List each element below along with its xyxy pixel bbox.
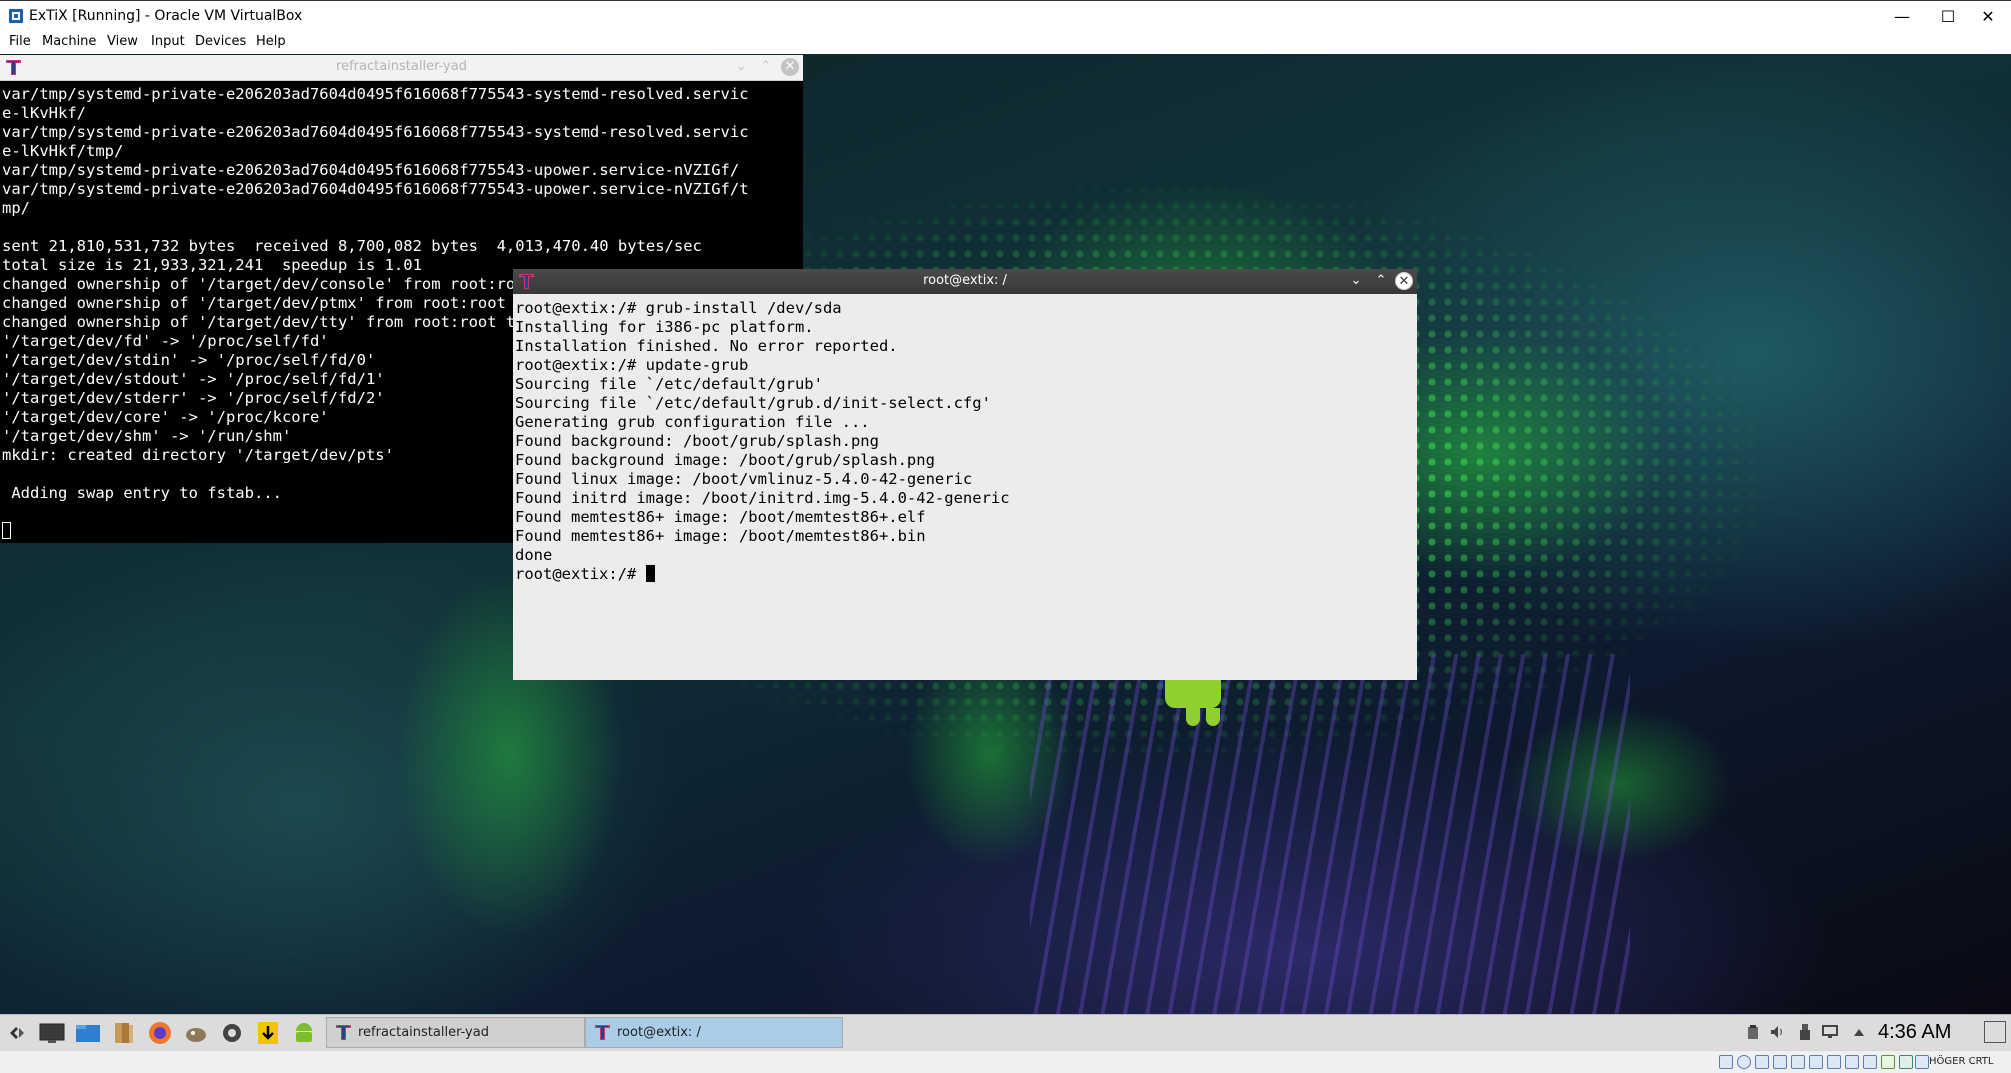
- video-capture-icon[interactable]: [1845, 1055, 1859, 1069]
- terminal-cursor: [2, 522, 11, 539]
- terminal-line: mkdir: created directory '/target/dev/pt…: [2, 446, 394, 464]
- terminal-line: sent 21,810,531,732 bytes received 8,700…: [2, 237, 702, 255]
- terminal-line: total size is 21,933,321,241 speedup is …: [2, 256, 422, 274]
- terminal-line: root@extix:/# update-grub: [515, 356, 749, 374]
- terminal-line: '/target/dev/core' -> '/proc/kcore': [2, 408, 329, 426]
- terminal-line: e-lKvHkf/tmp/: [2, 142, 124, 160]
- terminal-line: root@extix:/# grub-install /dev/sda: [515, 299, 842, 317]
- show-desktop-button[interactable]: [1984, 1021, 2006, 1043]
- terminal-line: mp/: [2, 199, 30, 217]
- menu-input[interactable]: Input: [151, 34, 185, 49]
- terminal-line: Generating grub configuration file ...: [515, 413, 870, 431]
- clipboard-icon[interactable]: [1745, 1024, 1761, 1040]
- terminal-line: Sourcing file `/etc/default/grub.d/init-…: [515, 394, 991, 412]
- terminal-app-icon: [595, 1025, 610, 1040]
- close-icon[interactable]: ✕: [781, 58, 799, 76]
- task-root-terminal[interactable]: root@extix: /: [585, 1017, 843, 1048]
- terminal-line: '/target/dev/shm' -> '/run/shm': [2, 427, 292, 445]
- terminal-line: var/tmp/systemd-private-e206203ad7604d04…: [2, 123, 749, 141]
- tray-arrow-icon[interactable]: [1851, 1024, 1867, 1040]
- archive-icon[interactable]: [110, 1019, 138, 1047]
- terminal-app-icon: [336, 1025, 351, 1040]
- menu-file[interactable]: File: [9, 34, 31, 49]
- display-icon[interactable]: [1822, 1024, 1838, 1040]
- audio-icon[interactable]: [1755, 1055, 1769, 1069]
- display-settings-icon[interactable]: [1827, 1055, 1841, 1069]
- terminal-line: Installation finished. No error reported…: [515, 337, 898, 355]
- host-menubar: File Machine View Input Devices Help: [0, 32, 2011, 54]
- menu-machine[interactable]: Machine: [42, 34, 96, 49]
- mouse-integration-icon[interactable]: [1881, 1055, 1895, 1069]
- chevron-up-icon[interactable]: ⌃: [1372, 272, 1390, 290]
- host-key-arrow-icon[interactable]: [1915, 1055, 1929, 1069]
- gimp-icon[interactable]: [182, 1019, 210, 1047]
- terminal-line: Found memtest86+ image: /boot/memtest86+…: [515, 508, 926, 526]
- menu-help[interactable]: Help: [256, 34, 286, 49]
- terminal-line: Adding swap entry to fstab...: [2, 484, 282, 502]
- terminal-line: Found background image: /boot/grub/splas…: [515, 451, 935, 469]
- menu-view[interactable]: View: [107, 34, 138, 49]
- cpu-icon[interactable]: [1863, 1055, 1877, 1069]
- terminal-line: Found memtest86+ image: /boot/memtest86+…: [515, 527, 926, 545]
- terminal-title: root@extix: /: [923, 273, 1007, 288]
- terminal-prompt: root@extix:/#: [515, 565, 646, 583]
- chevron-up-icon[interactable]: ⌃: [757, 58, 775, 76]
- host-statusbar: HÖGER CRTL: [0, 1050, 2011, 1073]
- terminal-output[interactable]: root@extix:/# grub-install /dev/sda Inst…: [515, 299, 1010, 584]
- task-label: root@extix: /: [617, 1025, 701, 1040]
- terminal-titlebar[interactable]: refractainstaller-yad ⌄ ⌃ ✕: [0, 55, 803, 81]
- terminal-line: var/tmp/systemd-private-e206203ad7604d04…: [2, 161, 740, 179]
- settings-icon[interactable]: [218, 1019, 246, 1047]
- terminal-icon[interactable]: [38, 1019, 66, 1047]
- usb-icon[interactable]: [1797, 1024, 1813, 1040]
- window-title: ExTiX [Running] - Oracle VM VirtualBox: [29, 8, 303, 24]
- terminal-line: done: [515, 546, 553, 564]
- optical-drive-icon[interactable]: [1737, 1055, 1751, 1069]
- terminal-line: Installing for i386-pc platform.: [515, 318, 814, 336]
- chevron-down-icon[interactable]: ⌄: [732, 58, 750, 76]
- shared-folder-icon[interactable]: [1809, 1055, 1823, 1069]
- clock[interactable]: 4:36 AM: [1878, 1021, 1951, 1044]
- wallpaper-circuit: [1030, 654, 1630, 1014]
- host-titlebar: ExTiX [Running] - Oracle VM VirtualBox —…: [0, 0, 2011, 32]
- firefox-icon[interactable]: [146, 1019, 174, 1047]
- storage-icon[interactable]: [1719, 1055, 1733, 1069]
- terminal-line: '/target/dev/fd' -> '/proc/self/fd': [2, 332, 329, 350]
- terminal-line: '/target/dev/stderr' -> '/proc/self/fd/2…: [2, 389, 385, 407]
- volume-icon[interactable]: [1770, 1024, 1786, 1040]
- terminal-cursor: [645, 565, 655, 582]
- installer-icon[interactable]: [254, 1019, 282, 1047]
- android-icon[interactable]: [290, 1019, 318, 1047]
- terminal-titlebar[interactable]: root@extix: / ⌄ ⌃ ✕: [513, 269, 1417, 294]
- menu-devices[interactable]: Devices: [195, 34, 246, 49]
- chevron-down-icon[interactable]: ⌄: [1347, 272, 1365, 290]
- terminal-title: refractainstaller-yad: [336, 59, 467, 74]
- terminal-line: var/tmp/systemd-private-e206203ad7604d04…: [2, 85, 749, 103]
- terminal-line: Sourcing file `/etc/default/grub': [515, 375, 823, 393]
- wallpaper-android-leg: [1206, 708, 1220, 726]
- file-manager-icon[interactable]: [74, 1019, 102, 1047]
- minimize-button[interactable]: —: [1879, 1, 1925, 32]
- menu-icon[interactable]: [3, 1019, 31, 1047]
- terminal-line: Found linux image: /boot/vmlinuz-5.4.0-4…: [515, 470, 973, 488]
- host-key-label: HÖGER CRTL: [1929, 1056, 1994, 1067]
- wallpaper-android-leg: [1186, 708, 1200, 726]
- terminal-line: '/target/dev/stdin' -> '/proc/self/fd/0': [2, 351, 376, 369]
- guest-additions-icon[interactable]: [1899, 1055, 1913, 1069]
- virtualbox-icon: [9, 9, 23, 23]
- task-refractainstaller[interactable]: refractainstaller-yad: [326, 1017, 585, 1048]
- close-icon[interactable]: ✕: [1395, 272, 1413, 290]
- terminal-line: Found initrd image: /boot/initrd.img-5.4…: [515, 489, 1010, 507]
- terminal-line: var/tmp/systemd-private-e206203ad7604d04…: [2, 180, 749, 198]
- close-button[interactable]: ✕: [1965, 1, 2011, 32]
- terminal-line: Found background: /boot/grub/splash.png: [515, 432, 879, 450]
- guest-taskbar: refractainstaller-yad root@extix: / 4:36…: [0, 1014, 2011, 1050]
- task-label: refractainstaller-yad: [358, 1025, 489, 1040]
- terminal-line: '/target/dev/stdout' -> '/proc/self/fd/1…: [2, 370, 385, 388]
- terminal-line: e-lKvHkf/: [2, 104, 86, 122]
- terminal-window-root[interactable]: root@extix: / ⌄ ⌃ ✕ root@extix:/# grub-i…: [513, 269, 1417, 680]
- usb-device-icon[interactable]: [1791, 1055, 1805, 1069]
- network-icon[interactable]: [1773, 1055, 1787, 1069]
